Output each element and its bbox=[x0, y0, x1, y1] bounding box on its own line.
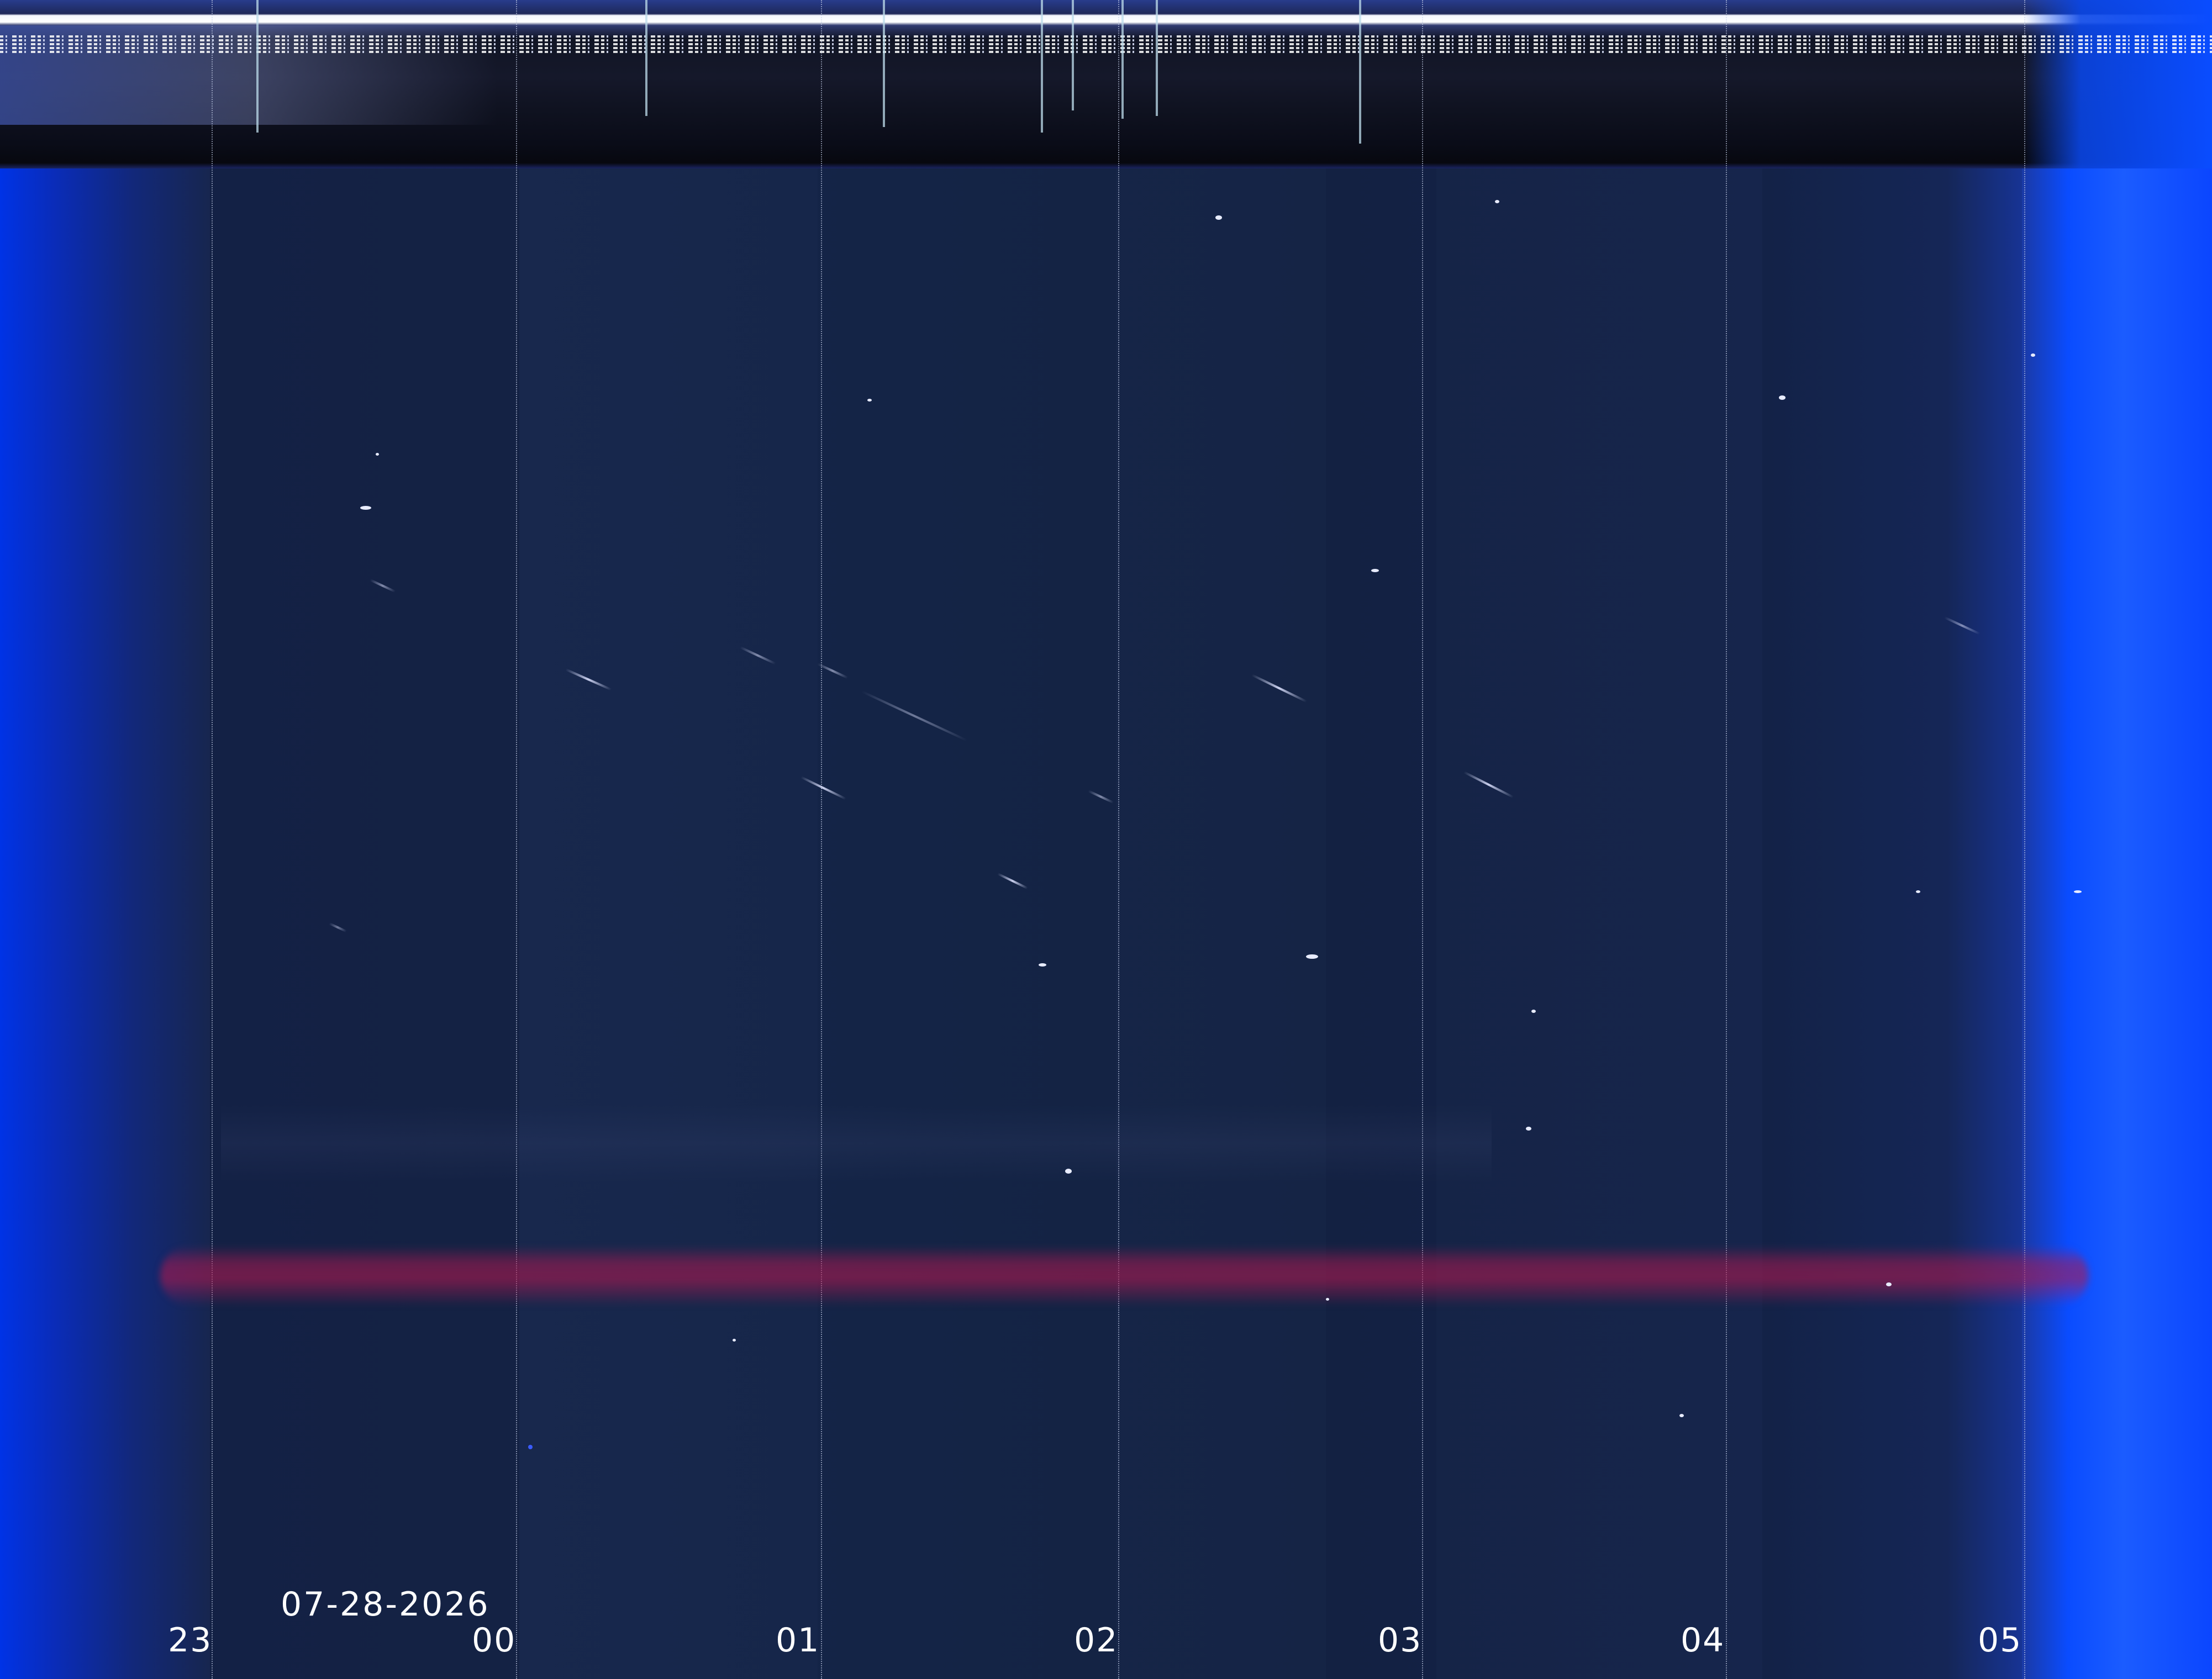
star bbox=[2031, 353, 2035, 357]
strip-line bbox=[645, 0, 647, 116]
star bbox=[528, 1445, 533, 1449]
star bbox=[1779, 395, 1786, 400]
hour-gridline bbox=[516, 0, 517, 1679]
satellite-streak bbox=[1463, 771, 1514, 799]
hour-gridline bbox=[2024, 0, 2025, 1679]
hour-tick-label: 01 bbox=[776, 1621, 820, 1660]
hour-gridline bbox=[212, 0, 213, 1679]
star bbox=[733, 1339, 736, 1342]
star bbox=[1531, 1010, 1536, 1013]
hour-tick-label: 02 bbox=[1074, 1621, 1119, 1660]
strip-line bbox=[1156, 0, 1158, 116]
star bbox=[376, 453, 379, 456]
sky-band bbox=[1326, 166, 1436, 1679]
sky-band bbox=[1762, 166, 2022, 1679]
hour-gridline bbox=[821, 0, 822, 1679]
star bbox=[1526, 1127, 1531, 1131]
star bbox=[1326, 1298, 1329, 1301]
horizon-strip-edge bbox=[2024, 0, 2212, 168]
strip-line bbox=[256, 0, 259, 133]
star bbox=[1916, 890, 1920, 893]
star bbox=[1679, 1414, 1684, 1417]
cloud-glow bbox=[221, 1105, 1492, 1182]
sky-band bbox=[210, 166, 519, 1679]
strip-line bbox=[1359, 0, 1361, 144]
satellite-streak bbox=[1251, 674, 1307, 703]
hour-tick-label: 04 bbox=[1681, 1621, 1725, 1660]
star bbox=[360, 506, 371, 510]
keogram-image: 07-28-2026 23 00 01 02 03 04 05 bbox=[0, 0, 2212, 1679]
hour-tick-label: 00 bbox=[472, 1621, 517, 1660]
star bbox=[1371, 569, 1379, 572]
star bbox=[1495, 200, 1499, 203]
strip-line bbox=[1041, 0, 1043, 133]
hour-tick-label: 03 bbox=[1378, 1621, 1423, 1660]
sky-band bbox=[818, 166, 1116, 1679]
star bbox=[1215, 215, 1222, 220]
star bbox=[1306, 954, 1318, 959]
satellite-streak bbox=[740, 646, 776, 665]
star bbox=[1065, 1169, 1072, 1174]
hour-tick-label: 23 bbox=[168, 1621, 213, 1660]
hour-gridline bbox=[1118, 0, 1119, 1679]
strip-line bbox=[883, 0, 885, 127]
star bbox=[867, 399, 872, 402]
satellite-streak bbox=[565, 668, 612, 691]
red-glow-band bbox=[160, 1245, 2088, 1306]
star bbox=[1039, 963, 1046, 967]
date-label: 07-28-2026 bbox=[281, 1585, 490, 1624]
strip-line bbox=[1121, 0, 1124, 119]
hour-gridline bbox=[1422, 0, 1423, 1679]
hour-gridline bbox=[1726, 0, 1727, 1679]
star bbox=[2074, 890, 2082, 893]
horizon-strip-noise bbox=[0, 35, 2212, 53]
hour-tick-label: 05 bbox=[1978, 1621, 2023, 1660]
star bbox=[1886, 1282, 1892, 1286]
strip-line bbox=[1072, 0, 1074, 110]
